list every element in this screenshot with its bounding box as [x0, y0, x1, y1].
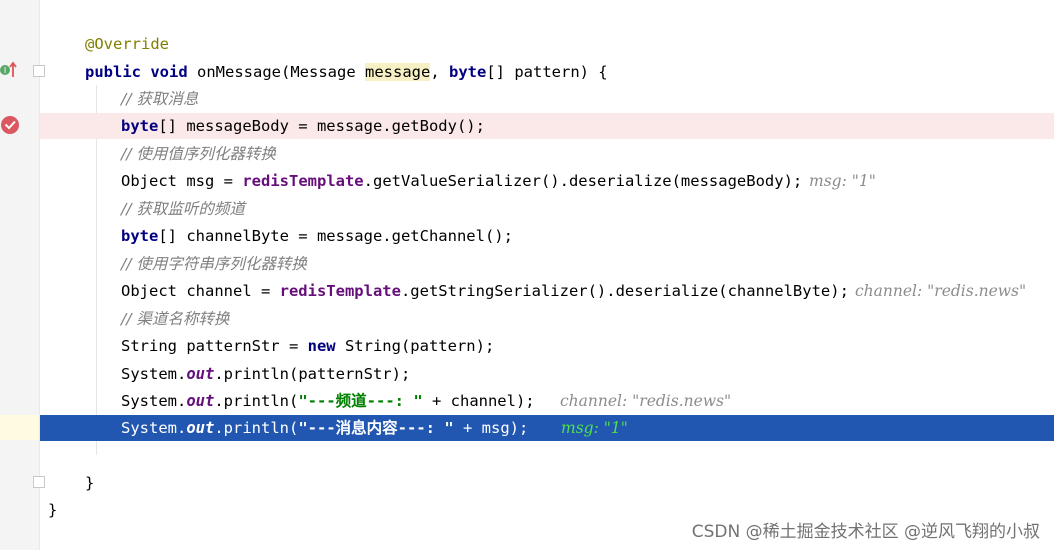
code-text: String patternStr = new String(pattern);: [121, 337, 495, 355]
breakpoint-icon[interactable]: [0, 114, 22, 136]
svg-text:I: I: [4, 66, 6, 75]
code-line-signature[interactable]: public void onMessage(Message message, b…: [40, 59, 1054, 85]
code-line-pattern[interactable]: String patternStr = new String(pattern);: [40, 333, 1054, 359]
brace-text: }: [85, 474, 95, 492]
annotation-text: @Override: [85, 35, 169, 53]
watermark: CSDN @稀土掘金技术社区 @逆风飞翔的小叔: [691, 522, 1040, 542]
code-line-current-execution[interactable]: System.out.println("---消息内容---: " + msg)…: [40, 415, 1054, 441]
code-text: System.out.println("---消息内容---: " + msg)…: [121, 419, 529, 437]
code-line-channel[interactable]: Object channel = redisTemplate.getString…: [40, 278, 1054, 304]
code-line-channel-byte[interactable]: byte[] channelByte = message.getChannel(…: [40, 223, 1054, 249]
brace-text: }: [48, 501, 58, 519]
code-text: byte[] messageBody = message.getBody();: [121, 117, 485, 135]
code-text: byte[] channelByte = message.getChannel(…: [121, 227, 513, 245]
comment-text: // 获取监听的频道: [121, 200, 245, 218]
code-text: System.out.println(patternStr);: [121, 365, 411, 383]
code-line-print-pattern[interactable]: System.out.println(patternStr);: [40, 361, 1054, 387]
inline-debug-value: channel: "redis.news": [855, 282, 1027, 300]
highlighted-parameter: message: [365, 63, 431, 81]
comment-text: // 获取消息: [121, 90, 199, 108]
comment-text: // 使用值序列化器转换: [121, 145, 276, 163]
override-implement-icon[interactable]: I: [0, 60, 18, 80]
code-line-comment[interactable]: // 使用值序列化器转换: [40, 141, 1054, 167]
inline-debug-value: msg: "1": [561, 419, 628, 437]
inline-debug-value: channel: "redis.news": [560, 392, 732, 410]
code-line-comment[interactable]: // 渠道名称转换: [40, 306, 1054, 332]
code-line-comment[interactable]: // 获取消息: [40, 86, 1054, 112]
code-line-msg[interactable]: Object msg = redisTemplate.getValueSeria…: [40, 168, 1054, 194]
editor-gutter[interactable]: [0, 0, 40, 550]
inline-debug-value: msg: "1": [809, 172, 876, 190]
code-text: Object msg = redisTemplate.getValueSeria…: [121, 172, 803, 190]
code-text: System.out.println("---频道---: " + channe…: [121, 392, 535, 410]
signature-text: public void onMessage(Message message, b…: [85, 63, 608, 81]
code-line-close-method[interactable]: }: [40, 470, 1054, 496]
code-text: Object channel = redisTemplate.getString…: [121, 282, 849, 300]
code-line-comment[interactable]: // 获取监听的频道: [40, 196, 1054, 222]
code-line-annotation[interactable]: @Override: [40, 31, 1054, 57]
comment-text: // 渠道名称转换: [121, 310, 230, 328]
code-line-breakpoint[interactable]: byte[] messageBody = message.getBody();: [40, 113, 1054, 139]
comment-text: // 使用字符串序列化器转换: [121, 255, 307, 273]
code-line-comment[interactable]: // 使用字符串序列化器转换: [40, 251, 1054, 277]
gutter-current-line: [0, 415, 40, 440]
code-line-print-channel[interactable]: System.out.println("---频道---: " + channe…: [40, 388, 1054, 414]
